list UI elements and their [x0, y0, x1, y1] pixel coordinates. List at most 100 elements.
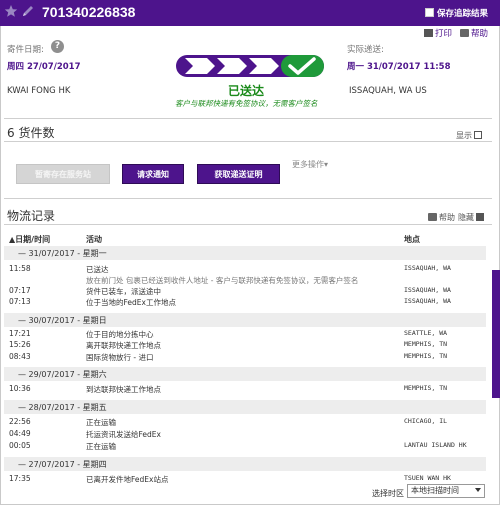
history-row: 11:58 已送达 ISSAQUAH, WA	[4, 263, 486, 274]
history-row: 放在前门处 包裹已经送到收件人地址 - 客户与联邦快递有免签协议，无需客户签名	[4, 274, 486, 285]
event-activity: 正在运输	[86, 418, 116, 427]
print-icon	[424, 29, 433, 37]
progress-bar	[176, 55, 324, 77]
event-location: TSUEN WAN HK	[404, 474, 451, 482]
history-row: 17:21 位于目的地分拣中心 SEATTLE, WA	[4, 328, 486, 339]
timezone-selected-value: 本地扫描时间	[411, 486, 459, 495]
event-time: 17:21	[9, 329, 31, 338]
column-header-location: 地点	[404, 235, 420, 244]
event-location: SEATTLE, WA	[404, 329, 448, 337]
delivery-status: 已送达	[228, 84, 265, 98]
help-link[interactable]: 帮助	[460, 27, 488, 39]
event-time: 22:56	[9, 417, 31, 426]
more-actions-dropdown[interactable]: 更多操作▾	[292, 159, 328, 170]
history-row: 07:17 货件已装车，派送途中 ISSAQUAH, WA	[4, 285, 486, 296]
help-icon	[460, 29, 469, 37]
history-hide-link[interactable]: 隐藏	[458, 212, 484, 223]
request-notification-button[interactable]: 请求通知	[122, 164, 184, 184]
history-row: 04:49 托运资讯发送给FedEx	[4, 428, 486, 439]
event-time: 15:26	[9, 340, 31, 349]
event-location: ISSAQUAH, WA	[404, 264, 451, 272]
event-time: 00:05	[9, 441, 31, 450]
event-location: LANTAU ISLAND HK	[404, 441, 467, 449]
day-band[interactable]: — 28/07/2017 - 星期五	[4, 400, 486, 414]
event-activity: 已离开发件地FedEx站点	[86, 475, 169, 484]
header-bar: 701340226838 保存追踪结果	[0, 0, 500, 26]
event-activity: 到达联邦快递工作地点	[86, 385, 161, 394]
event-location: CHICAGO, IL	[404, 417, 448, 425]
history-row: 22:56 正在运输 CHICAGO, IL	[4, 416, 486, 427]
event-activity: 正在运输	[86, 442, 116, 451]
column-header-date[interactable]: ▲日期/时间	[9, 234, 50, 245]
ship-date-label: 寄件日期:	[7, 45, 44, 55]
divider	[4, 141, 492, 142]
day-label: — 29/07/2017 - 星期六	[18, 370, 107, 379]
proof-of-delivery-button[interactable]: 获取递送证明	[197, 164, 280, 184]
event-activity: 托运资讯发送给FedEx	[86, 430, 161, 439]
day-band[interactable]: — 27/07/2017 - 星期四	[4, 457, 486, 471]
history-title: 物流记录	[7, 209, 56, 223]
timezone-select[interactable]: 本地扫描时间	[407, 484, 485, 498]
save-results-checkbox[interactable]	[425, 8, 434, 17]
save-results-label[interactable]: 保存追踪结果	[437, 7, 488, 19]
progress-final-step	[281, 55, 324, 77]
day-label: — 30/07/2017 - 星期日	[18, 316, 107, 325]
actual-delivery-label: 实际递送:	[347, 45, 384, 55]
event-location: ISSAQUAH, WA	[404, 297, 451, 305]
origin-location: KWAI FONG HK	[7, 86, 71, 96]
history-row: 07:13 位于当地的FedEx工作地点 ISSAQUAH, WA	[4, 296, 486, 307]
help-label: 帮助	[471, 29, 489, 39]
actual-delivery-date: 周一 31/07/2017 11:58	[347, 62, 451, 72]
history-row: 17:35 已离开发件地FedEx站点 TSUEN WAN HK	[4, 473, 486, 484]
event-activity: 位于当地的FedEx工作地点	[86, 298, 176, 307]
hide-label: 隐藏	[458, 213, 474, 222]
event-time: 07:17	[9, 286, 31, 295]
column-header-activity: 活动	[86, 235, 102, 244]
pieces-title: 6 货件数	[7, 126, 55, 140]
event-location: MEMPHIS, TN	[404, 352, 448, 360]
event-location: ISSAQUAH, WA	[404, 286, 451, 294]
day-band[interactable]: — 31/07/2017 - 星期一	[4, 246, 486, 260]
event-time: 10:36	[9, 384, 31, 393]
event-time: 07:13	[9, 297, 31, 306]
help-label: 帮助	[439, 213, 455, 222]
event-location: MEMPHIS, TN	[404, 340, 448, 348]
help-icon	[428, 213, 437, 221]
side-feedback-tab[interactable]	[492, 270, 500, 398]
show-pieces-link[interactable]: 显示	[456, 130, 482, 141]
event-location: MEMPHIS, TN	[404, 384, 448, 392]
show-label: 显示	[456, 131, 472, 140]
divider	[4, 198, 492, 199]
event-time: 08:43	[9, 352, 31, 361]
day-label: — 28/07/2017 - 星期五	[18, 403, 107, 412]
day-band[interactable]: — 30/07/2017 - 星期日	[4, 313, 486, 327]
history-help-link[interactable]: 帮助	[428, 212, 455, 223]
event-activity: 离开联邦快递工作地点	[86, 341, 161, 350]
collapse-icon	[476, 213, 484, 221]
pencil-icon[interactable]	[21, 4, 35, 18]
history-row: 10:36 到达联邦快递工作地点 MEMPHIS, TN	[4, 383, 486, 394]
history-row: 00:05 正在运输 LANTAU ISLAND HK	[4, 440, 486, 451]
delivery-status-note: 客户与联邦快递有免签协议，无需客户签名	[175, 99, 318, 108]
history-row: 15:26 离开联邦快递工作地点 MEMPHIS, TN	[4, 339, 486, 350]
divider	[4, 118, 492, 119]
history-row: 08:43 国际货物放行 - 进口 MEMPHIS, TN	[4, 351, 486, 362]
divider	[4, 224, 492, 225]
print-link[interactable]: 打印	[424, 27, 452, 39]
expand-icon	[474, 131, 482, 139]
star-icon[interactable]	[4, 4, 18, 18]
timezone-label: 选择时区	[372, 489, 404, 498]
event-time: 17:35	[9, 474, 31, 483]
day-label: — 31/07/2017 - 星期一	[18, 249, 107, 258]
dropdown-arrow-icon	[475, 488, 481, 492]
event-activity: 国际货物放行 - 进口	[86, 353, 154, 362]
day-band[interactable]: — 29/07/2017 - 星期六	[4, 367, 486, 381]
help-circle-icon[interactable]: ?	[51, 40, 64, 53]
print-label: 打印	[435, 29, 453, 39]
destination-location: ISSAQUAH, WA US	[349, 86, 427, 96]
tracking-number: 701340226838	[42, 4, 136, 20]
hold-at-location-button[interactable]: 暂寄存在服务站	[16, 164, 110, 184]
event-time: 11:58	[9, 264, 31, 273]
event-time: 04:49	[9, 429, 31, 438]
day-label: — 27/07/2017 - 星期四	[18, 460, 107, 469]
